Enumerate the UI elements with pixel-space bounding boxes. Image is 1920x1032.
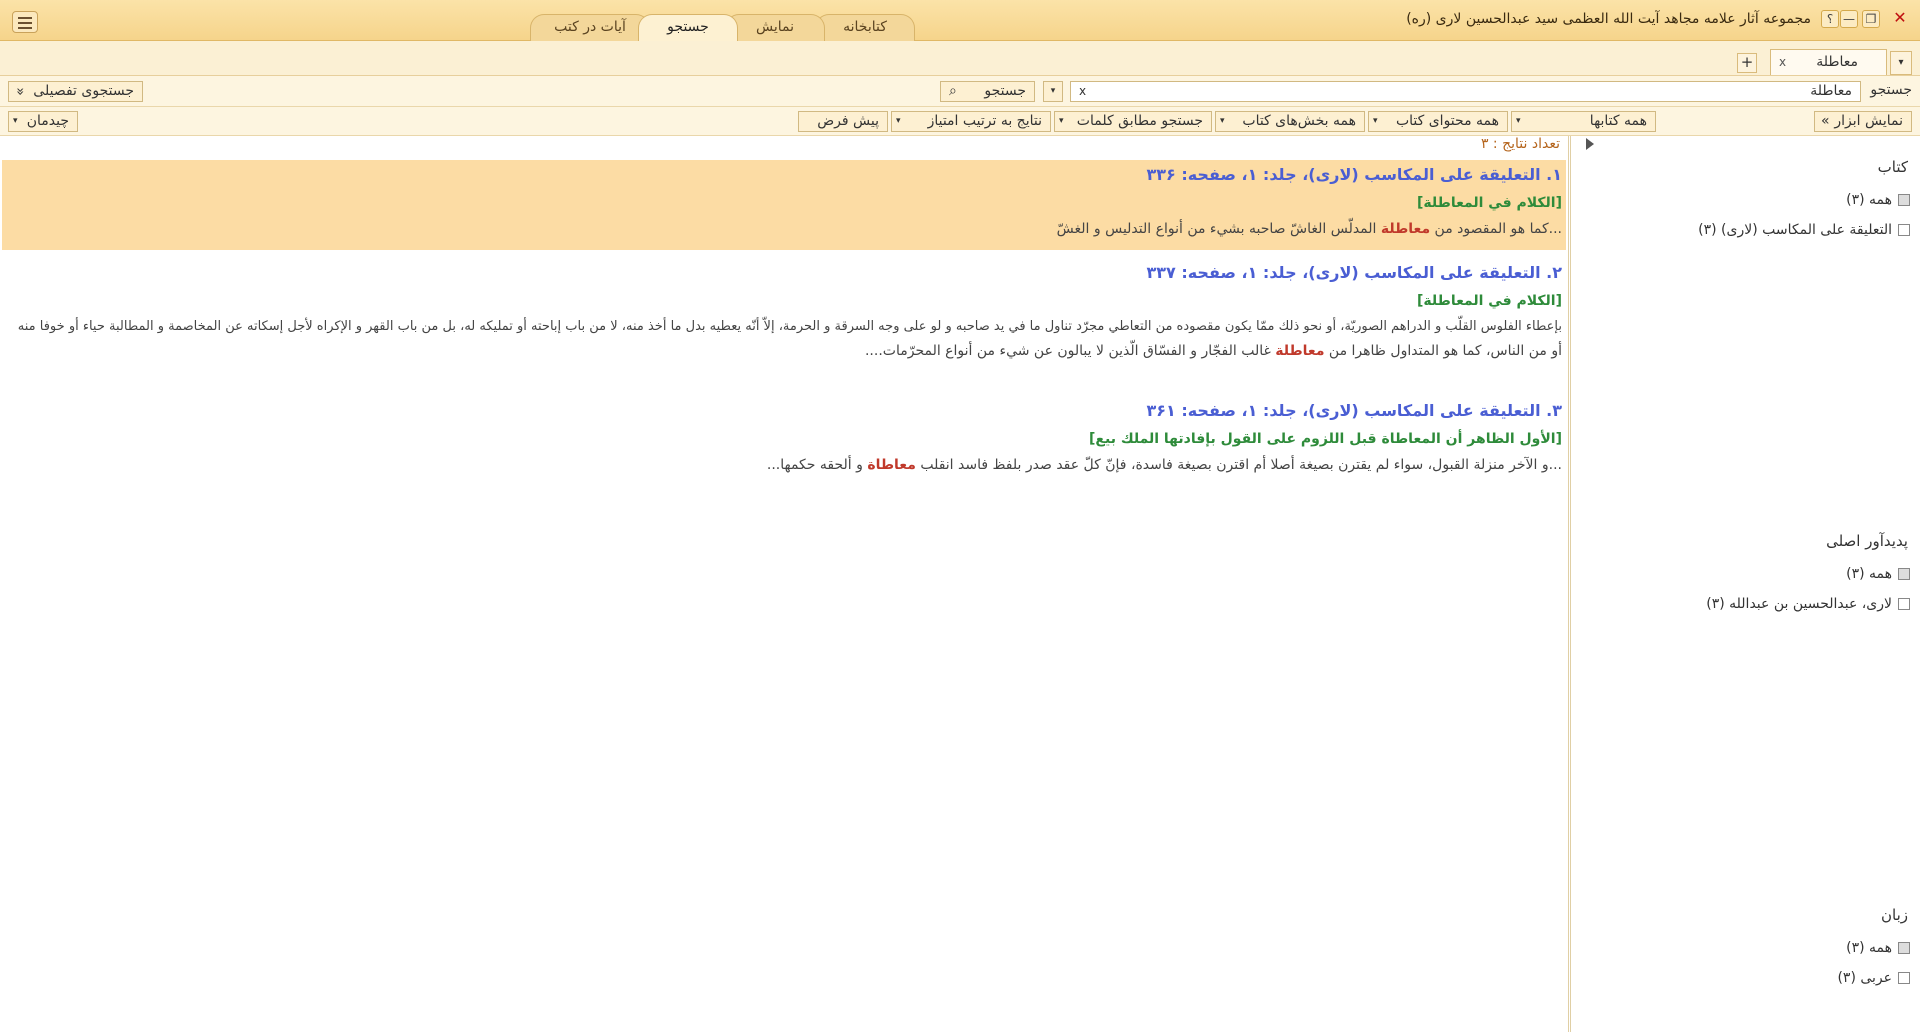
chevron-down-icon: ▾	[1059, 116, 1064, 126]
result-snippet: ...كما هو المقصود من معاطلة المدلّس الغا…	[1056, 221, 1562, 237]
facet-book-option[interactable]: التعلیقة علی المكاسب (لاری) (۳)	[1698, 222, 1910, 238]
all-sections-dropdown[interactable]: همه بخش‌های کتاب ▾	[1215, 111, 1365, 132]
title-bar: آیات در کتب کتابخانه نمایش جستجو مجموعه …	[0, 0, 1920, 41]
result-title[interactable]: ۱. التعلیقة علی المكاسب (لاری)، جلد: ۱، …	[1146, 165, 1562, 184]
facet-book-all[interactable]: همه (۳)	[1846, 192, 1910, 208]
checkbox[interactable]	[1898, 598, 1910, 610]
search-icon: ⌕	[949, 83, 957, 99]
chevron-down-icon: ▾	[896, 116, 901, 126]
panel-divider[interactable]	[1568, 136, 1569, 1032]
tab-view[interactable]: نمایش	[725, 14, 825, 41]
results-count: تعداد نتایج : ۳	[1480, 136, 1560, 152]
close-icon[interactable]: ✕	[1891, 10, 1909, 28]
facet-language-option[interactable]: عربی (۳)	[1837, 970, 1910, 986]
checkbox[interactable]	[1898, 972, 1910, 984]
chevron-down-icon: ▾	[1373, 116, 1378, 126]
sort-dropdown[interactable]: نتایج به ترتیب امتیاز ▾	[891, 111, 1051, 132]
clear-search-icon[interactable]: x	[1079, 82, 1086, 101]
show-tools-button[interactable]: نمایش ابزار «	[1814, 111, 1912, 132]
chevron-down-icon: ▾	[13, 116, 18, 126]
document-tab-label: معاطلة	[1816, 54, 1858, 70]
tabs-dropdown-icon[interactable]: ▾	[1890, 51, 1912, 75]
all-content-label: همه محتوای کتاب	[1395, 113, 1499, 129]
result-item[interactable]: ۲. التعلیقة علی المكاسب (لاری)، جلد: ۱، …	[2, 258, 1566, 378]
result-title[interactable]: ۲. التعلیقة علی المكاسب (لاری)، جلد: ۱، …	[1146, 263, 1562, 282]
advanced-search-label: جستجوی تفصیلی	[33, 83, 134, 99]
result-item[interactable]: ۱. التعلیقة علی المكاسب (لاری)، جلد: ۱، …	[2, 160, 1566, 250]
facets-sidebar: کتاب همه (۳) التعلیقة علی المكاسب (لاری)…	[1570, 136, 1920, 1032]
all-books-label: همه کتابها	[1589, 113, 1647, 129]
checkbox[interactable]	[1898, 224, 1910, 236]
chevron-down-icon: »	[11, 87, 28, 96]
all-content-dropdown[interactable]: همه محتوای کتاب ▾	[1368, 111, 1508, 132]
facet-book-title: کتاب	[1877, 158, 1908, 176]
facet-author-option[interactable]: لاری، عبدالحسین بن عبدالله (۳)	[1706, 596, 1910, 612]
result-heading: [الأول الظاهر أن المعاطاة قبل اللزوم على…	[1089, 431, 1562, 447]
collapse-arrow-icon[interactable]	[1586, 138, 1594, 150]
default-button[interactable]: پیش فرض	[798, 111, 888, 132]
result-snippet: ...و الآخر منزلة القبول، سواء لم يقترن ب…	[766, 457, 1562, 473]
search-toolbar: نمایش ابزار « همه کتابها ▾ همه محتوای کت…	[0, 107, 1920, 136]
match-words-label: جستجو مطابق کلمات	[1076, 113, 1203, 129]
result-heading: [الكلام في المعاطلة]	[1417, 195, 1562, 211]
facet-author-title: پدیدآور اصلی	[1826, 532, 1908, 550]
result-title[interactable]: ۳. التعلیقة علی المكاسب (لاری)، جلد: ۱، …	[1146, 401, 1562, 420]
checkbox[interactable]	[1898, 942, 1910, 954]
results-panel: تعداد نتایج : ۳ ۱. التعلیقة علی المكاسب …	[0, 136, 1570, 1032]
search-hit: معاطلة	[1380, 221, 1431, 237]
minimize-icon[interactable]: —	[1840, 10, 1858, 28]
add-tab-button[interactable]: +	[1737, 53, 1757, 73]
match-words-dropdown[interactable]: جستجو مطابق کلمات ▾	[1054, 111, 1212, 132]
window-title: مجموعه آثار علامه مجاهد آیت الله العظمی …	[1406, 11, 1811, 27]
tab-search[interactable]: جستجو	[638, 14, 738, 41]
facet-language-all[interactable]: همه (۳)	[1846, 940, 1910, 956]
double-chevron-icon: «	[1821, 113, 1830, 129]
search-label: جستجو	[1870, 82, 1912, 98]
layout-label: چیدمان	[26, 113, 69, 129]
checkbox[interactable]	[1898, 568, 1910, 580]
show-tools-label: نمایش ابزار	[1834, 113, 1903, 129]
search-input[interactable]: x معاطلة	[1070, 81, 1861, 102]
tab-library[interactable]: کتابخانه	[815, 14, 915, 41]
help-icon[interactable]: ؟	[1821, 10, 1839, 28]
chevron-down-icon: ▾	[1516, 116, 1521, 126]
restore-icon[interactable]: ❐	[1862, 10, 1880, 28]
main-tabs: آیات در کتب کتابخانه نمایش جستجو	[530, 14, 920, 41]
search-button[interactable]: جستجو ⌕	[940, 81, 1035, 102]
chevron-down-icon: ▾	[1220, 116, 1225, 126]
result-snippet: أو من الناس، كما هو المتداول ظاهرا من مع…	[864, 343, 1562, 359]
search-input-value: معاطلة	[1810, 83, 1852, 99]
close-tab-icon[interactable]: x	[1779, 50, 1786, 74]
checkbox[interactable]	[1898, 194, 1910, 206]
facet-author-all[interactable]: همه (۳)	[1846, 566, 1910, 582]
layout-dropdown[interactable]: چیدمان ▾	[8, 111, 78, 132]
sort-label: نتایج به ترتیب امتیاز	[927, 113, 1042, 129]
search-bar: جستجو x معاطلة ▾ جستجو ⌕ جستجوی تفصیلی »	[0, 76, 1920, 107]
hamburger-menu-icon[interactable]	[12, 11, 38, 33]
all-sections-label: همه بخش‌های کتاب	[1242, 113, 1356, 129]
result-item[interactable]: ۳. التعلیقة علی المكاسب (لاری)، جلد: ۱، …	[2, 396, 1566, 486]
search-button-label: جستجو	[984, 83, 1026, 99]
search-hit: معاطلة	[1275, 343, 1325, 359]
advanced-search-button[interactable]: جستجوی تفصیلی »	[8, 81, 143, 102]
result-heading: [الكلام في المعاطلة]	[1417, 293, 1562, 309]
document-tabs-row: + x معاطلة ▾	[0, 41, 1920, 76]
facet-language-title: زبان	[1880, 906, 1908, 924]
all-books-dropdown[interactable]: همه کتابها ▾	[1511, 111, 1656, 132]
document-tab[interactable]: x معاطلة	[1770, 49, 1887, 75]
tab-verses[interactable]: آیات در کتب	[530, 14, 650, 41]
search-history-dropdown[interactable]: ▾	[1043, 81, 1063, 102]
search-hit: معاطاة	[867, 457, 916, 473]
